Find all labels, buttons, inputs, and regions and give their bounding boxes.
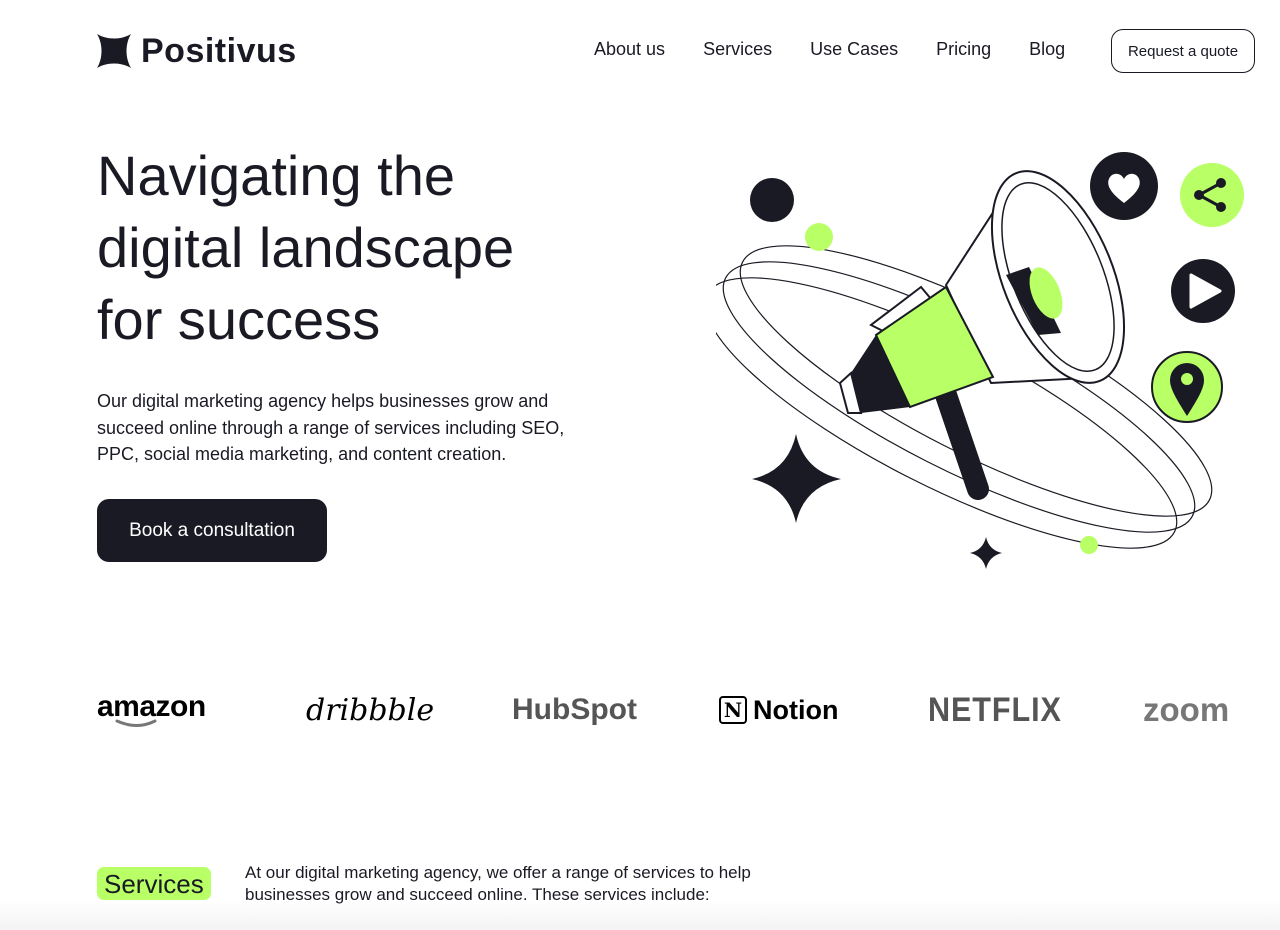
hero-title-line: Navigating the (97, 144, 456, 207)
zoom-logo: zoom (1143, 691, 1230, 728)
hero-title-line: digital landscape (97, 216, 515, 279)
book-consultation-button[interactable]: Book a consultation (97, 499, 327, 562)
nav-about-us[interactable]: About us (594, 39, 665, 60)
nav-blog[interactable]: Blog (1029, 39, 1065, 60)
hubspot-logo: HubSpot (512, 693, 637, 726)
heart-icon (1090, 152, 1158, 220)
netflix-logo: NETFLIX (928, 690, 1062, 729)
hero-description: Our digital marketing agency helps busin… (97, 391, 565, 464)
nav-pricing[interactable]: Pricing (936, 39, 991, 60)
client-logos: amazon dribbble HubSpot N Notion NETFLIX… (97, 690, 1257, 730)
notion-logo: N Notion (719, 690, 838, 730)
bottom-fade (0, 900, 1280, 930)
main-nav: About us Services Use Cases Pricing Blog (594, 39, 1065, 60)
hero-title: Navigating the digital landscape for suc… (97, 140, 617, 356)
nav-services[interactable]: Services (703, 39, 772, 60)
location-pin-icon (1151, 351, 1223, 423)
share-icon (1180, 163, 1244, 227)
notion-n-icon: N (719, 696, 747, 724)
brand-name: Positivus (141, 32, 297, 70)
megaphone-illustration (716, 152, 1244, 569)
amazon-logo: amazon (97, 690, 206, 730)
dribbble-logo: dribbble (306, 692, 435, 728)
play-icon (1171, 259, 1235, 323)
positivus-logo-icon (97, 34, 131, 68)
nav-use-cases[interactable]: Use Cases (810, 39, 898, 60)
hero-title-line: for success (97, 288, 381, 351)
notion-wordmark: Notion (753, 694, 839, 725)
request-quote-button[interactable]: Request a quote (1111, 29, 1255, 73)
amazon-smile-icon (115, 719, 157, 727)
services-heading: Services (97, 867, 211, 900)
brand-logo[interactable]: Positivus (97, 34, 297, 68)
